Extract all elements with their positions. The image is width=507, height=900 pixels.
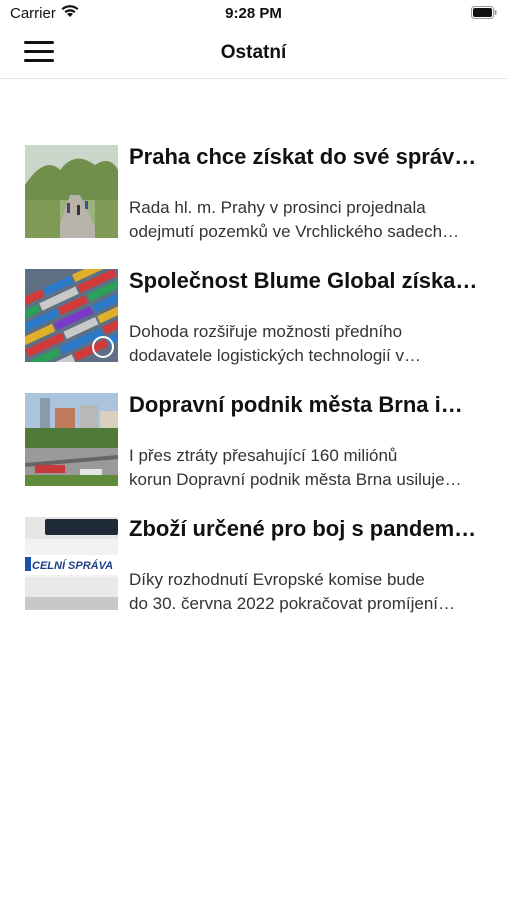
article-excerpt: Díky rozhodnutí Evropské komise bude do …: [129, 568, 481, 616]
thumbnail-text: CELNÍ SPRÁVA: [32, 559, 113, 572]
article-thumbnail: [25, 145, 118, 238]
article-item[interactable]: CELNÍ SPRÁVA Zboží určené pro boj s pand…: [0, 512, 507, 636]
article-excerpt-line: dodavatele logistických technologií v…: [129, 346, 421, 365]
article-item[interactable]: Praha chce získat do své správy… Rada hl…: [0, 140, 507, 264]
article-excerpt-line: do 30. června 2022 pokračovat promíjení…: [129, 594, 456, 613]
article-thumbnail: [25, 393, 118, 486]
article-excerpt: Dohoda rozšiřuje možnosti předního dodav…: [129, 320, 481, 368]
article-item[interactable]: Dopravní podnik města Brna i… I přes ztr…: [0, 388, 507, 512]
status-time: 9:28 PM: [225, 5, 282, 22]
article-excerpt-line: Rada hl. m. Prahy v prosinci projednala: [129, 198, 426, 217]
article-headline: Praha chce získat do své správy…: [129, 144, 481, 169]
article-headline: Dopravní podnik města Brna i…: [129, 392, 463, 417]
article-excerpt-line: Díky rozhodnutí Evropské komise bude: [129, 570, 425, 589]
article-excerpt: I přes ztráty přesahující 160 miliónů ko…: [129, 444, 481, 492]
article-headline: Společnost Blume Global získala…: [129, 268, 481, 293]
status-bar: Carrier 9:28 PM: [0, 0, 507, 30]
article-item[interactable]: Společnost Blume Global získala… Dohoda …: [0, 264, 507, 388]
article-excerpt-line: Dohoda rozšiřuje možnosti předního: [129, 322, 403, 341]
article-excerpt: Rada hl. m. Prahy v prosinci projednala …: [129, 196, 481, 244]
battery-icon: [471, 6, 497, 19]
article-excerpt-line: I přes ztráty přesahující 160 miliónů: [129, 446, 398, 465]
article-thumbnail: CELNÍ SPRÁVA: [25, 517, 118, 610]
navigation-bar: Ostatní: [0, 30, 507, 79]
article-thumbnail: [25, 269, 118, 362]
article-headline: Zboží určené pro boj s pandemií…: [129, 516, 481, 541]
article-excerpt-line: korun Dopravní podnik města Brna usiluje…: [129, 470, 462, 489]
page-title: Ostatní: [220, 42, 287, 63]
article-excerpt-line: odejmutí pozemků ve Vrchlického sadech…: [129, 222, 460, 241]
article-list: Praha chce získat do své správy… Rada hl…: [0, 140, 507, 636]
